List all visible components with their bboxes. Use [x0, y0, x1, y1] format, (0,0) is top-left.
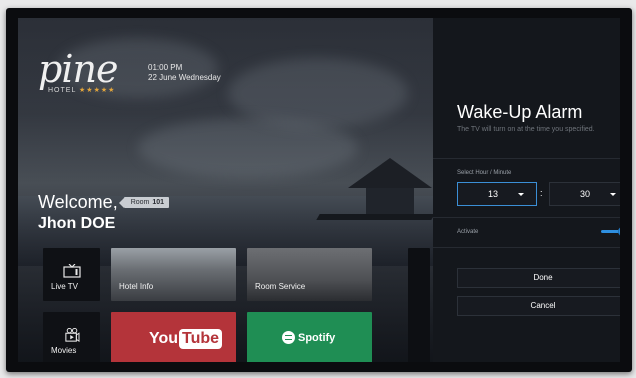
room-label: Room — [130, 199, 150, 206]
youtube-logo-right: Tube — [179, 329, 223, 349]
minute-value: 30 — [580, 189, 591, 199]
logo-subtitle: HOTEL ★★★★★ — [48, 86, 117, 94]
youtube-logo-left: You — [149, 330, 179, 347]
cancel-button[interactable]: Cancel — [457, 296, 620, 316]
welcome-block: Welcome, Room 101 Jhon DOE — [38, 192, 170, 233]
divider — [433, 217, 620, 218]
tv-frame: pine HOTEL ★★★★★ 01:00 PM 22 June Wednes… — [6, 8, 632, 372]
chevron-down-icon — [518, 193, 524, 196]
activate-toggle[interactable] — [601, 227, 620, 237]
tile-movies-label: Movies — [51, 346, 77, 355]
minute-select[interactable]: 30 — [549, 182, 620, 206]
divider — [433, 158, 620, 159]
toggle-knob — [618, 227, 620, 236]
tile-live-tv-label: Live TV — [51, 282, 78, 291]
welcome-greeting: Welcome, — [38, 192, 118, 212]
hour-value: 13 — [488, 189, 499, 199]
divider — [433, 247, 620, 248]
panel-subtitle: The TV will turn on at the time you spec… — [457, 126, 595, 133]
tile-hotel-info[interactable]: Hotel Info — [111, 248, 236, 301]
tile-live-tv[interactable]: Live TV — [43, 248, 100, 301]
done-button[interactable]: Done — [457, 268, 620, 288]
panel-title: Wake-Up Alarm — [457, 102, 583, 122]
room-number: 101 — [152, 199, 165, 206]
hotel-logo: pine HOTEL ★★★★★ — [38, 47, 118, 94]
tile-movies[interactable]: Movies — [43, 312, 100, 362]
clock-date: 22 June Wednesday — [148, 73, 221, 82]
welcome-line: Welcome, Room 101 — [38, 192, 170, 213]
tile-room-service-label: Room Service — [255, 282, 306, 291]
tile-partial[interactable] — [408, 248, 430, 362]
hour-select[interactable]: 13 — [457, 182, 537, 206]
logo-script: pine — [38, 47, 118, 91]
time-separator: : — [540, 188, 543, 198]
tv-icon — [63, 264, 81, 278]
chevron-down-icon — [610, 193, 616, 196]
clock-time: 01:00 PM — [148, 63, 183, 72]
tv-screen: pine HOTEL ★★★★★ 01:00 PM 22 June Wednes… — [18, 18, 620, 362]
spotify-icon — [282, 331, 295, 344]
spotify-logo: Spotify — [282, 331, 335, 344]
select-time-label: Select Hour / Minute — [457, 170, 512, 176]
logo-stars: ★★★★★ — [79, 87, 116, 94]
youtube-logo: You Tube — [149, 329, 223, 349]
wake-up-alarm-panel: Wake-Up Alarm The TV will turn on at the… — [433, 18, 620, 362]
spotify-label: Spotify — [298, 331, 336, 344]
activate-label: Activate — [457, 229, 479, 235]
tile-hotel-info-label: Hotel Info — [119, 282, 154, 291]
tile-youtube[interactable]: You Tube — [111, 312, 236, 362]
logo-hotel-text: HOTEL — [48, 87, 77, 94]
tile-spotify[interactable]: Spotify — [247, 312, 372, 362]
room-badge: Room 101 — [123, 197, 170, 208]
tile-room-service[interactable]: Room Service — [247, 248, 372, 301]
guest-name: Jhon DOE — [38, 215, 116, 232]
clock: 01:00 PM 22 June Wednesday — [148, 63, 221, 83]
movie-camera-icon — [65, 328, 80, 342]
